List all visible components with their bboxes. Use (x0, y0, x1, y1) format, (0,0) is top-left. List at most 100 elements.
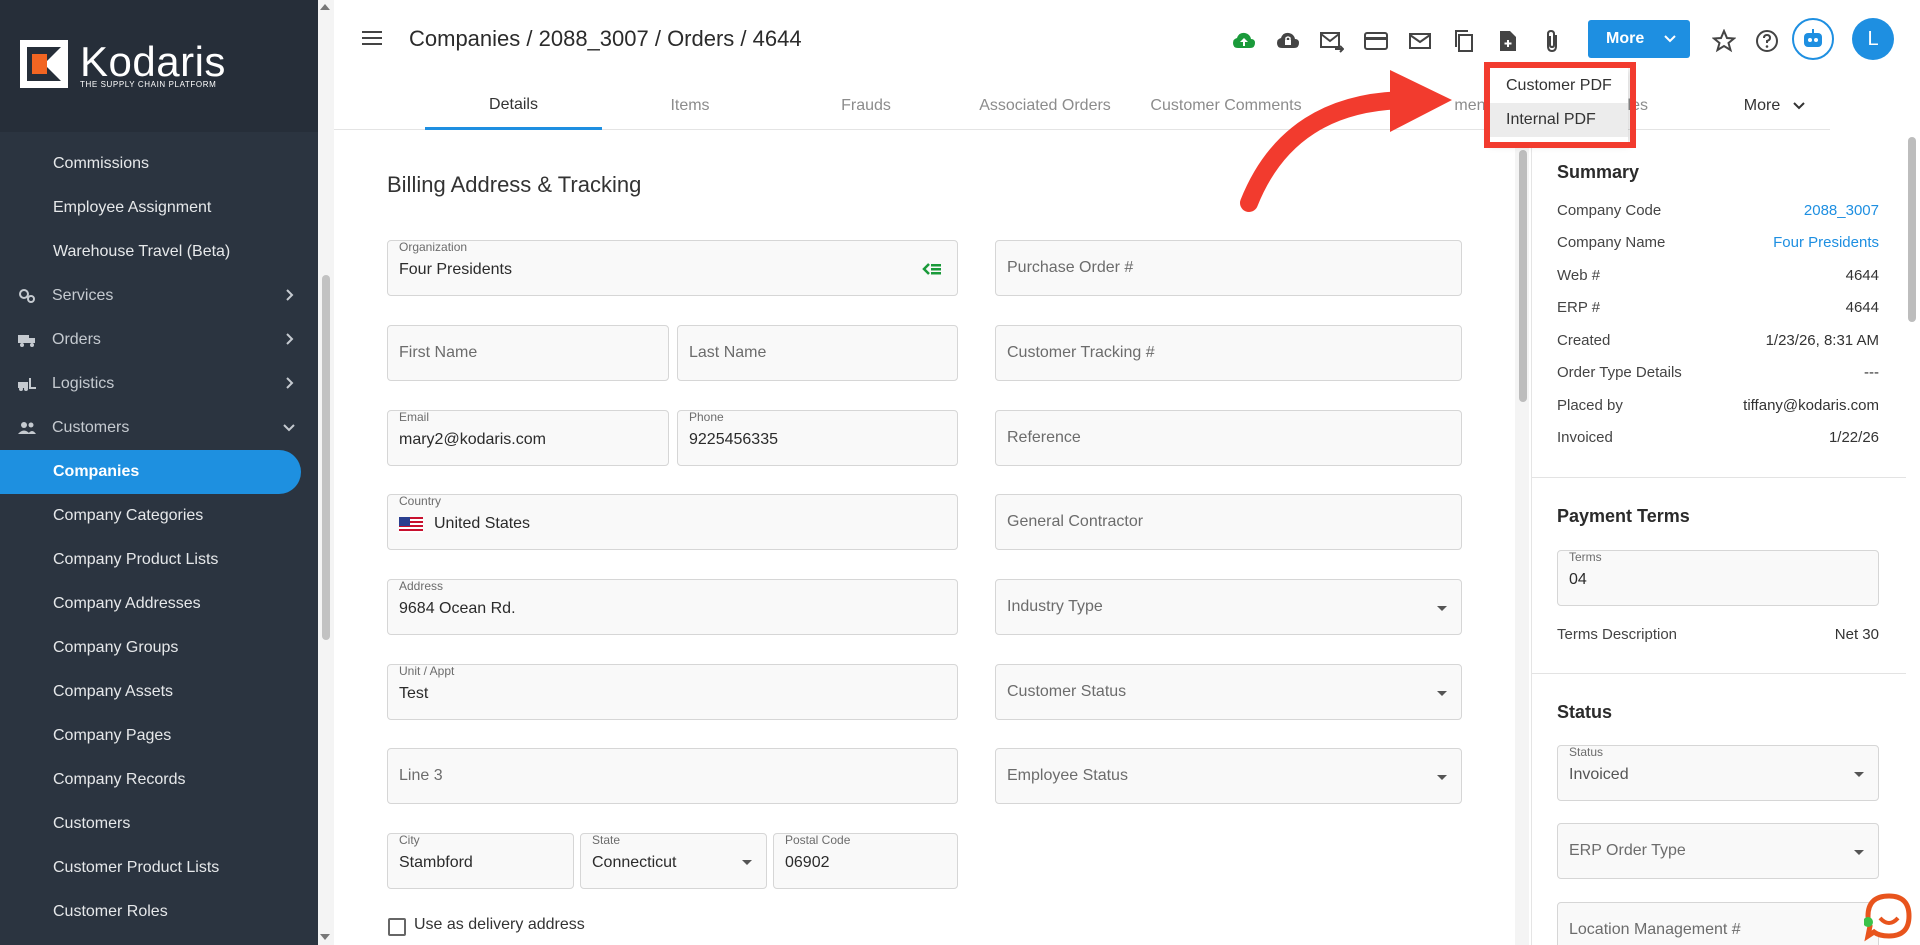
summary-row: Invoiced 1/22/26 (1557, 429, 1879, 453)
first-name-field[interactable]: First Name (387, 325, 669, 381)
sidebar-item-label: Companies (53, 463, 140, 480)
sidebar-item-companies[interactable]: Companies (0, 450, 301, 494)
chat-support-icon[interactable] (1864, 892, 1914, 942)
sidebar-item-company-pages[interactable]: Company Pages (0, 714, 318, 758)
help-icon[interactable] (1755, 29, 1779, 53)
sidebar-item-customer-product-lists[interactable]: Customer Product Lists (0, 846, 318, 890)
country-field[interactable]: Country United States (387, 494, 958, 550)
more-button[interactable]: More (1588, 20, 1690, 58)
sidebar-item-commissions[interactable]: Commissions (0, 142, 318, 186)
scroll-down-arrow-icon[interactable] (320, 934, 330, 940)
purchase-order-field[interactable]: Purchase Order # (995, 240, 1462, 296)
line3-field[interactable]: Line 3 (387, 748, 958, 804)
credit-card-icon[interactable] (1364, 29, 1388, 53)
field-placeholder: Line 3 (399, 767, 443, 784)
header: Companies / 2088_3007 / Orders / 4644 Mo… (334, 0, 1920, 80)
tab-details[interactable]: Details (425, 82, 602, 130)
unit-field[interactable]: Unit / Appt Test (387, 664, 958, 720)
customer-status-select[interactable]: Customer Status (995, 664, 1462, 720)
sidebar-item-company-addresses[interactable]: Company Addresses (0, 582, 318, 626)
status-title: Status (1557, 702, 1613, 722)
file-add-icon[interactable] (1496, 29, 1520, 53)
tab-items[interactable]: Items (602, 82, 778, 130)
sidebar-item-label: Customer Roles (53, 903, 168, 920)
copy-icon[interactable] (1452, 29, 1476, 53)
organization-field[interactable]: Organization Four Presidents (387, 240, 958, 296)
field-label: Terms (1569, 550, 1602, 564)
summary-row: Company Name Four Presidents (1557, 234, 1879, 258)
industry-type-select[interactable]: Industry Type (995, 579, 1462, 635)
sidebar-item-logistics[interactable]: Logistics (0, 362, 318, 406)
summary-row: ERP # 4644 (1557, 299, 1879, 323)
sidebar-item-warehouse-travel[interactable]: Warehouse Travel (Beta) (0, 230, 318, 274)
change-organization-icon[interactable] (921, 261, 943, 277)
tab-more[interactable]: More (1720, 82, 1830, 130)
cloud-lock-icon[interactable] (1276, 29, 1300, 53)
use-as-delivery-label: Use as delivery address (414, 916, 585, 933)
sidebar-item-customer-roles[interactable]: Customer Roles (0, 890, 318, 934)
logo[interactable]: Kodaris THE SUPPLY CHAIN PLATFORM (0, 0, 318, 132)
dropdown-arrow-icon (1854, 772, 1864, 777)
field-placeholder: Location Management # (1569, 921, 1741, 938)
sidebar-item-company-groups[interactable]: Company Groups (0, 626, 318, 670)
hamburger-menu-icon[interactable] (362, 30, 382, 46)
field-placeholder: Purchase Order # (1007, 259, 1134, 276)
use-as-delivery-checkbox[interactable] (388, 918, 406, 936)
main-scroll-thumb[interactable] (1519, 150, 1527, 402)
summary-row: Placed by tiffany@kodaris.com (1557, 397, 1879, 421)
status-select[interactable]: Status Invoiced (1557, 745, 1879, 801)
star-icon[interactable] (1712, 29, 1736, 53)
tab-associated-orders[interactable]: Associated Orders (954, 82, 1136, 130)
field-value: Four Presidents (399, 261, 512, 278)
field-placeholder: First Name (399, 344, 478, 361)
panel-scroll-thumb[interactable] (1908, 137, 1916, 322)
location-management-field[interactable]: Location Management # (1557, 902, 1879, 945)
order-info-panel: Summary Company Code 2088_3007 Company N… (1531, 132, 1906, 945)
sidebar-item-company-product-lists[interactable]: Company Product Lists (0, 538, 318, 582)
cloud-upload-icon[interactable] (1232, 29, 1256, 53)
employee-status-select[interactable]: Employee Status (995, 748, 1462, 804)
field-label: Organization (399, 240, 468, 254)
company-name-link[interactable]: Four Presidents (1773, 234, 1879, 251)
state-select[interactable]: State Connecticut (580, 833, 767, 889)
avatar[interactable]: L (1852, 18, 1894, 60)
terms-field[interactable]: Terms 04 (1557, 550, 1879, 606)
company-code-link[interactable]: 2088_3007 (1804, 202, 1879, 219)
paperclip-icon[interactable] (1540, 29, 1564, 53)
summary-value: 4644 (1845, 299, 1879, 316)
mail-forward-icon[interactable] (1320, 29, 1344, 53)
postal-code-field[interactable]: Postal Code 06902 (773, 833, 958, 889)
divider (1532, 673, 1906, 674)
assistant-bot-button[interactable] (1792, 18, 1834, 60)
email-field[interactable]: Email mary2@kodaris.com (387, 410, 669, 466)
field-label: Status (1569, 745, 1604, 759)
reference-field[interactable]: Reference (995, 410, 1462, 466)
erp-order-type-select[interactable]: ERP Order Type (1557, 823, 1879, 879)
mail-icon[interactable] (1408, 29, 1432, 53)
customer-tracking-field[interactable]: Customer Tracking # (995, 325, 1462, 381)
general-contractor-field[interactable]: General Contractor (995, 494, 1462, 550)
sidebar-item-company-categories[interactable]: Company Categories (0, 494, 318, 538)
field-value: Connecticut (592, 854, 677, 871)
scroll-up-arrow-icon[interactable] (320, 4, 330, 10)
sidebar-item-label: Company Pages (53, 727, 172, 744)
sidebar-item-customers[interactable]: Customers (0, 406, 318, 450)
address-field[interactable]: Address 9684 Ocean Rd. (387, 579, 958, 635)
tab-frauds[interactable]: Frauds (778, 82, 954, 130)
sidebar-item-label: Orders (52, 331, 101, 348)
last-name-field[interactable]: Last Name (677, 325, 958, 381)
sidebar-item-orders[interactable]: Orders (0, 318, 318, 362)
sidebar-item-customers-list[interactable]: Customers (0, 802, 318, 846)
field-label: Phone (689, 410, 724, 424)
sidebar-item-company-assets[interactable]: Company Assets (0, 670, 318, 714)
logo-name: Kodaris (80, 38, 226, 85)
sidebar-item-company-records[interactable]: Company Records (0, 758, 318, 802)
city-field[interactable]: City Stambford (387, 833, 574, 889)
sidebar-item-services[interactable]: Services (0, 274, 318, 318)
people-icon (18, 422, 36, 434)
field-placeholder: Reference (1007, 429, 1081, 446)
sidebar-item-employee-assignment[interactable]: Employee Assignment (0, 186, 318, 230)
sidebar-scroll-thumb[interactable] (322, 275, 330, 640)
phone-field[interactable]: Phone 9225456335 (677, 410, 958, 466)
chevron-right-icon (286, 289, 294, 301)
